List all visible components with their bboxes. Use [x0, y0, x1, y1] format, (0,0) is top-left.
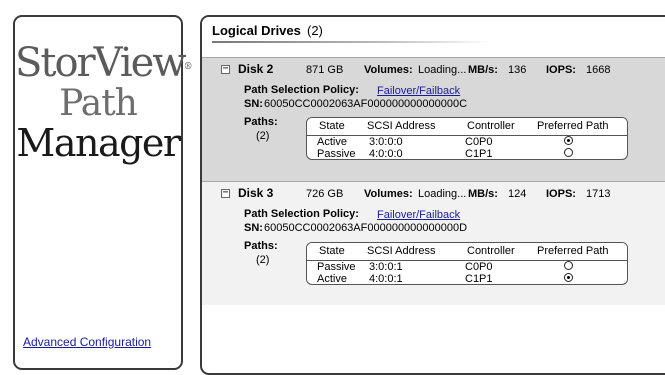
- column-header-controller: Controller: [467, 120, 515, 132]
- mbs-value: 124: [508, 188, 527, 200]
- disk-section: − Disk 2 871 GB Volumes: Loading... MB/s…: [202, 57, 665, 181]
- paths-label: Paths:: [244, 240, 278, 252]
- volumes-label: Volumes:: [364, 64, 413, 76]
- path-state: Passive: [317, 148, 356, 160]
- logo-registered-mark: ®: [183, 62, 193, 72]
- column-header-state: State: [319, 120, 345, 132]
- paths-table: State SCSI Address Controller Preferred …: [306, 117, 628, 160]
- table-row: Passive 4:0:0:0 C1P1: [307, 148, 627, 160]
- table-header: State SCSI Address Controller Preferred …: [307, 118, 627, 136]
- drive-count: (2): [307, 23, 323, 38]
- path-policy-label: Path Selection Policy:: [244, 84, 359, 96]
- path-policy-label: Path Selection Policy:: [244, 208, 359, 220]
- paths-count: (2): [256, 254, 270, 266]
- path-scsi-address: 4:0:0:0: [369, 148, 403, 160]
- mbs-label: MB/s:: [468, 64, 498, 76]
- path-state: Active: [317, 136, 347, 148]
- sn-value: 60050CC0002063AF000000000000000C: [264, 98, 468, 110]
- logical-drives-panel: Logical Drives (2) − Disk 2 871 GB Volum…: [200, 15, 665, 375]
- table-row: Active 3:0:0:0 C0P0: [307, 136, 627, 148]
- column-header-scsi-address: SCSI Address: [367, 120, 436, 132]
- iops-label: IOPS:: [546, 64, 576, 76]
- column-header-preferred-path: Preferred Path: [537, 120, 609, 132]
- preferred-path-radio[interactable]: [564, 136, 573, 145]
- disk-section: − Disk 3 726 GB Volumes: Loading... MB/s…: [202, 181, 665, 305]
- column-header-controller: Controller: [467, 245, 515, 257]
- sidebar-panel: StorView ® Path Manager Advanced Configur…: [13, 15, 193, 370]
- preferred-path-radio[interactable]: [564, 261, 573, 270]
- volumes-label: Volumes:: [364, 188, 413, 200]
- sn-value: 60050CC0002063AF000000000000000D: [264, 222, 468, 234]
- column-header-state: State: [319, 245, 345, 257]
- path-state: Passive: [317, 261, 356, 273]
- column-header-preferred-path: Preferred Path: [537, 245, 609, 257]
- path-scsi-address: 4:0:0:1: [369, 273, 403, 285]
- sn-label: SN:: [244, 222, 263, 234]
- path-controller: C0P0: [465, 261, 493, 273]
- disk-size: 726 GB: [306, 188, 344, 200]
- path-scsi-address: 3:0:0:0: [369, 136, 403, 148]
- volumes-value: Loading...: [418, 188, 467, 200]
- preferred-path-radio[interactable]: [564, 273, 573, 282]
- sn-label: SN:: [244, 98, 263, 110]
- logo-line2: Path: [59, 83, 138, 124]
- header-divider: [212, 41, 492, 43]
- iops-label: IOPS:: [546, 188, 576, 200]
- disk-size: 871 GB: [306, 64, 344, 76]
- logo-line3: Manager: [16, 121, 181, 165]
- path-scsi-address: 3:0:0:1: [369, 261, 403, 273]
- mbs-label: MB/s:: [468, 188, 498, 200]
- disk-name: Disk 2: [238, 62, 274, 76]
- panel-header: Logical Drives (2): [202, 17, 665, 57]
- iops-value: 1668: [586, 64, 611, 76]
- table-row: Active 4:0:0:1 C1P1: [307, 273, 627, 285]
- storview-logo: StorView ® Path Manager: [15, 41, 193, 165]
- paths-table: State SCSI Address Controller Preferred …: [306, 242, 628, 285]
- preferred-path-radio[interactable]: [564, 148, 573, 157]
- path-controller: C1P1: [465, 148, 493, 160]
- path-policy-link[interactable]: Failover/Failback: [377, 209, 460, 221]
- disk-name: Disk 3: [238, 186, 274, 200]
- paths-label: Paths:: [244, 116, 278, 128]
- mbs-value: 136: [508, 64, 527, 76]
- path-controller: C1P1: [465, 273, 493, 285]
- iops-value: 1713: [586, 188, 611, 200]
- path-state: Active: [317, 273, 347, 285]
- column-header-scsi-address: SCSI Address: [367, 245, 436, 257]
- logo-line1: StorView: [15, 40, 187, 86]
- table-row: Passive 3:0:0:1 C0P0: [307, 261, 627, 273]
- collapse-icon[interactable]: −: [221, 188, 230, 198]
- path-controller: C0P0: [465, 136, 493, 148]
- collapse-icon[interactable]: −: [221, 64, 230, 74]
- path-policy-link[interactable]: Failover/Failback: [377, 85, 460, 97]
- volumes-value: Loading...: [418, 64, 467, 76]
- table-header: State SCSI Address Controller Preferred …: [307, 243, 627, 261]
- paths-count: (2): [256, 130, 270, 142]
- page-title: Logical Drives: [212, 23, 301, 38]
- advanced-configuration-link[interactable]: Advanced Configuration: [23, 335, 151, 349]
